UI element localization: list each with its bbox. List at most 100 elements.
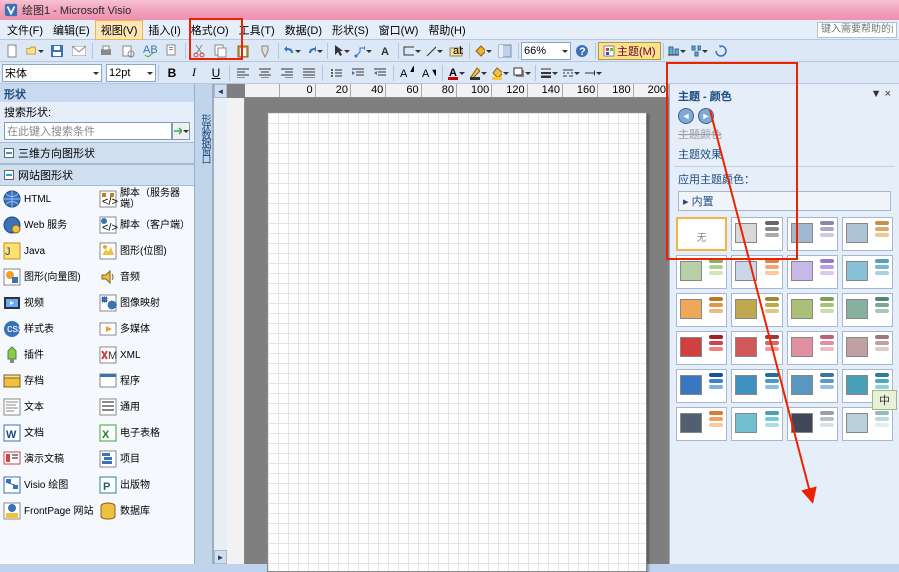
shape-item[interactable]: X电子表格 — [96, 420, 192, 446]
theme-thumb[interactable] — [787, 293, 838, 327]
theme-thumb-none[interactable]: 无 — [676, 217, 727, 251]
bullets-button[interactable] — [326, 64, 346, 82]
bold-button[interactable]: B — [162, 64, 182, 82]
font-color-button[interactable]: A — [446, 64, 466, 82]
pointer-tool-button[interactable] — [331, 42, 351, 60]
shape-item[interactable]: 图像映射 — [96, 290, 192, 316]
theme-button[interactable]: 主题(M) — [598, 42, 661, 60]
scroll-left-button[interactable]: ◄ — [214, 84, 227, 98]
italic-button[interactable]: I — [184, 64, 204, 82]
line-ends-button[interactable] — [583, 64, 603, 82]
new-button[interactable] — [3, 42, 23, 60]
theme-thumb[interactable] — [676, 407, 727, 441]
open-button[interactable] — [25, 42, 45, 60]
theme-thumb[interactable] — [787, 255, 838, 289]
menu-window[interactable]: 窗口(W) — [374, 21, 424, 39]
align-right-button[interactable] — [277, 64, 297, 82]
theme-thumb[interactable] — [842, 331, 893, 365]
menu-data[interactable]: 数据(D) — [280, 21, 327, 39]
shape-item[interactable]: FrontPage 网站 — [0, 498, 96, 524]
theme-thumb[interactable] — [676, 293, 727, 327]
line-tool-button[interactable] — [424, 42, 444, 60]
copy-button[interactable] — [211, 42, 231, 60]
shape-item[interactable]: 演示文稿 — [0, 446, 96, 472]
menu-view[interactable]: 视图(V) — [95, 20, 144, 40]
distribute-button[interactable] — [689, 42, 709, 60]
theme-thumb[interactable] — [731, 407, 782, 441]
textbox-tool-button[interactable]: abc — [446, 42, 466, 60]
shape-item[interactable]: HTML — [0, 186, 96, 212]
shape-item[interactable]: </>脚本（客户端） — [96, 212, 192, 238]
rotate-button[interactable] — [711, 42, 731, 60]
shapes-window-button[interactable] — [495, 42, 515, 60]
theme-thumb[interactable] — [731, 369, 782, 403]
theme-thumb[interactable] — [731, 255, 782, 289]
theme-thumb[interactable] — [787, 407, 838, 441]
shape-category-3d[interactable]: 三维方向图形状 — [0, 142, 194, 164]
shape-item[interactable]: MLXML — [96, 342, 192, 368]
menu-edit[interactable]: 编辑(E) — [48, 21, 95, 39]
theme-thumb[interactable] — [787, 331, 838, 365]
scroll-right-button[interactable]: ► — [214, 550, 227, 564]
theme-thumb[interactable] — [842, 255, 893, 289]
theme-thumb[interactable] — [842, 407, 893, 441]
theme-thumb[interactable] — [676, 331, 727, 365]
shape-item[interactable]: 插件 — [0, 342, 96, 368]
theme-thumb[interactable] — [731, 293, 782, 327]
shape-item[interactable]: 数据库 — [96, 498, 192, 524]
paste-button[interactable] — [233, 42, 253, 60]
menu-tools[interactable]: 工具(T) — [234, 21, 280, 39]
undo-button[interactable] — [282, 42, 302, 60]
line-pattern-button[interactable] — [561, 64, 581, 82]
align-center-button[interactable] — [255, 64, 275, 82]
align-left-button[interactable] — [233, 64, 253, 82]
fill-color-button[interactable] — [490, 64, 510, 82]
help-search-input[interactable] — [817, 22, 897, 38]
shape-category-web[interactable]: 网站图形状 — [0, 164, 194, 186]
research-button[interactable] — [162, 42, 182, 60]
cut-button[interactable] — [189, 42, 209, 60]
decrease-font-button[interactable]: A▼ — [419, 64, 439, 82]
save-button[interactable] — [47, 42, 67, 60]
menu-shape[interactable]: 形状(S) — [327, 21, 374, 39]
theme-thumb[interactable] — [787, 369, 838, 403]
theme-thumb[interactable] — [731, 331, 782, 365]
zoom-select[interactable]: 66% — [521, 42, 571, 60]
text-tool-button[interactable]: A — [375, 42, 395, 60]
shape-item[interactable]: 视频 — [0, 290, 96, 316]
shape-item[interactable]: 音频 — [96, 264, 192, 290]
redo-button[interactable] — [304, 42, 324, 60]
mail-button[interactable] — [69, 42, 89, 60]
shapes-search-input[interactable] — [4, 122, 172, 140]
decrease-indent-button[interactable] — [370, 64, 390, 82]
help-button[interactable]: ? — [572, 42, 592, 60]
line-weight-button[interactable] — [539, 64, 559, 82]
shape-item[interactable]: JJava — [0, 238, 96, 264]
shape-item[interactable]: </>脚本（服务器端） — [96, 186, 192, 212]
shapes-search-go-button[interactable] — [172, 122, 190, 140]
shape-item[interactable]: P出版物 — [96, 472, 192, 498]
align-justify-button[interactable] — [299, 64, 319, 82]
shape-item[interactable]: 项目 — [96, 446, 192, 472]
font-size-select[interactable]: 12pt — [106, 64, 156, 82]
shape-item[interactable]: W文档 — [0, 420, 96, 446]
nav-back-button[interactable]: ◄ — [678, 108, 694, 124]
theme-effect-link[interactable]: 主题效果 — [670, 144, 899, 164]
shape-item[interactable]: 存档 — [0, 368, 96, 394]
print-button[interactable] — [96, 42, 116, 60]
menu-insert[interactable]: 插入(I) — [143, 21, 185, 39]
font-select[interactable]: 宋体 — [2, 64, 102, 82]
shape-item[interactable]: 文本 — [0, 394, 96, 420]
theme-thumb[interactable] — [787, 217, 838, 251]
menu-file[interactable]: 文件(F) — [2, 21, 48, 39]
vtab-scroll[interactable]: ◄ ► — [213, 84, 227, 564]
menu-format[interactable]: 格式(O) — [186, 21, 234, 39]
line-color-button[interactable] — [468, 64, 488, 82]
shape-item[interactable]: Visio 绘图 — [0, 472, 96, 498]
theme-thumb[interactable] — [676, 369, 727, 403]
shape-item[interactable]: 多媒体 — [96, 316, 192, 342]
nav-forward-button[interactable]: ► — [698, 108, 714, 124]
theme-thumb[interactable] — [676, 255, 727, 289]
shape-item[interactable]: 图形(位图) — [96, 238, 192, 264]
shape-item[interactable]: 通用 — [96, 394, 192, 420]
